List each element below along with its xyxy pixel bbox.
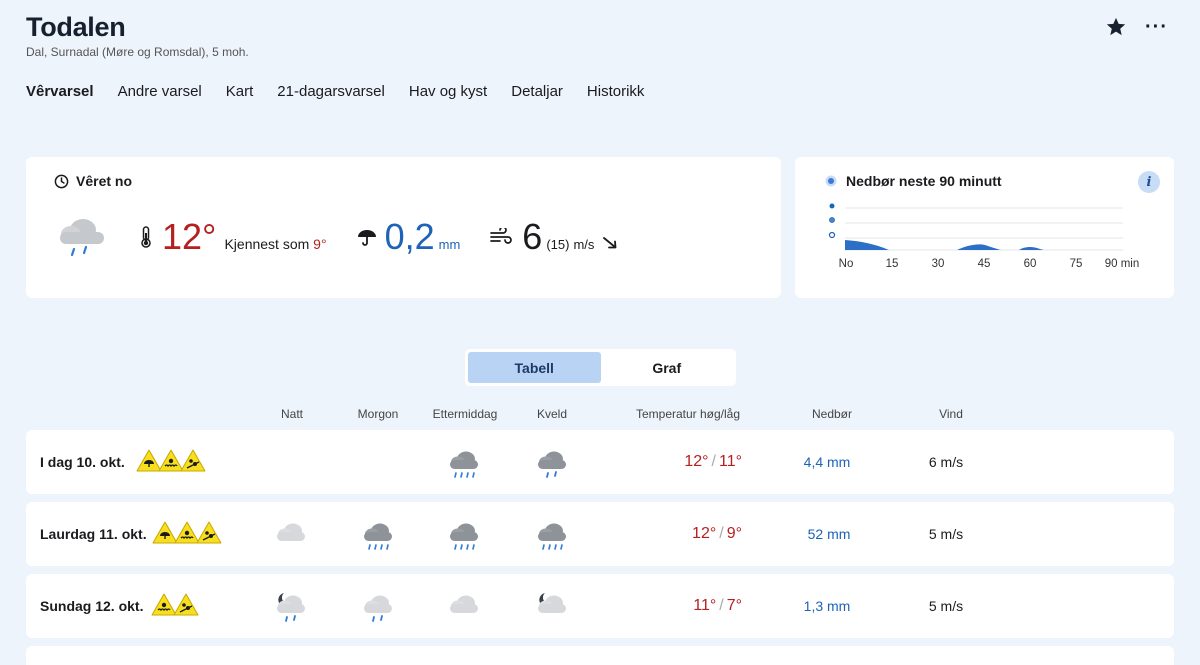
day-label: Sundag 12. okt. [40, 598, 144, 614]
heavy-rain-cloud-icon [450, 451, 478, 478]
current-weather-title: Vêret no [54, 173, 132, 189]
page-title: Todalen [26, 12, 126, 42]
forecast-row[interactable] [26, 646, 1174, 665]
tab-andre-varsel[interactable]: Andre varsel [118, 83, 202, 100]
tab-historikk[interactable]: Historikk [587, 83, 645, 100]
day-label: Laurdag 11. okt. [40, 526, 147, 542]
current-temperature: 12° [162, 216, 217, 257]
column-ettermiddag: Ettermiddag [432, 407, 498, 421]
info-icon[interactable]: i [1138, 171, 1160, 193]
tab-kart[interactable]: Kart [226, 83, 254, 100]
tab-detaljar[interactable]: Detaljar [511, 83, 563, 100]
wind-direction-arrow-icon [603, 237, 617, 249]
tab-vervarsel[interactable]: Vêrvarsel [26, 83, 94, 100]
feels-like: Kjennest som 9° [224, 236, 327, 252]
heavy-rain-cloud-icon [450, 523, 478, 550]
tick-label: 15 [885, 258, 899, 270]
tab-tabell[interactable]: Tabell [468, 352, 601, 383]
medium-intensity-dot [829, 217, 835, 223]
temperature-high-low: 11°/7° [693, 597, 742, 614]
thermometer-icon [141, 226, 151, 248]
wind-speed: 5 m/s [928, 526, 964, 542]
location-header: Todalen Dal, Surnadal (Møre og Romsdal),… [26, 12, 249, 59]
wind-icon [490, 228, 513, 244]
tick-label: No [838, 258, 854, 270]
location-subtitle: Dal, Surnadal (Møre og Romsdal), 5 moh. [26, 45, 249, 59]
current-gust: (15) [546, 236, 570, 252]
rain-cloud-icon [538, 451, 566, 478]
rain-cloud-icon [364, 595, 392, 622]
cloud-icon [450, 595, 478, 613]
moon-cloud-rain-icon [277, 593, 305, 622]
current-precip: 0,2 [384, 216, 435, 257]
column-wind: Vind [939, 407, 963, 421]
nowcast-card: Nedbør neste 90 minutt i No 15 30 45 60 … [795, 157, 1174, 298]
tab-21-dagarsvarsel[interactable]: 21-dagarsvarsel [277, 83, 385, 100]
main-nav: Vêrvarsel Andre varsel Kart 21-dagarsvar… [26, 83, 644, 100]
column-precip: Nedbør [811, 407, 853, 421]
column-natt: Natt [280, 407, 304, 421]
umbrella-icon [357, 230, 376, 246]
current-weather-card: Vêret no 12° Kjennest som 9° 0,2 mm 6 (1… [26, 157, 781, 298]
tick-label: 75 [1069, 258, 1083, 270]
current-wind-unit: m/s [573, 236, 595, 252]
nowcast-x-axis: No 15 30 45 60 75 90 min [837, 258, 1147, 274]
forecast-row[interactable]: Sundag 12. okt. 11°/7° 1,3 mm 5 m/s [26, 574, 1174, 638]
heavy-intensity-dot [829, 203, 835, 209]
column-morgon: Morgon [357, 407, 399, 421]
tab-graf[interactable]: Graf [601, 352, 734, 383]
landslide-warning-icon [173, 593, 199, 616]
forecast-row[interactable]: Laurdag 11. okt. 12°/9° 52 mm 5 m/s [26, 502, 1174, 566]
nowcast-chart [828, 203, 1123, 251]
warning-icons[interactable] [152, 521, 222, 545]
tick-label: 90 min [1104, 258, 1140, 270]
heavy-rain-cloud-icon [364, 523, 392, 550]
tick-label: 60 [1023, 258, 1037, 270]
precip-area [1019, 246, 1045, 250]
star-icon[interactable] [1105, 16, 1127, 38]
cloud-icon [277, 523, 305, 541]
temperature-high-low: 12°/9° [692, 525, 742, 542]
wind-speed: 6 m/s [928, 454, 964, 470]
moon-cloud-icon [538, 593, 566, 613]
view-toggle: Tabell Graf [465, 349, 736, 386]
heavy-rain-cloud-icon [538, 523, 566, 550]
nowcast-title: Nedbør neste 90 minutt [825, 173, 1002, 189]
warning-icons[interactable] [136, 449, 206, 473]
forecast-row[interactable]: I dag 10. okt. 12°/11° 4,4 mm 6 m/s [26, 430, 1174, 494]
clock-icon [54, 174, 69, 188]
precip-area [957, 244, 1001, 250]
warning-icons[interactable] [151, 593, 199, 617]
precip-area [845, 240, 889, 250]
precip-amount: 4,4 mm [803, 454, 851, 470]
precip-amount: 1,3 mm [803, 598, 851, 614]
more-options-icon[interactable]: ··· [1145, 17, 1168, 37]
temperature-high-low: 12°/11° [684, 453, 742, 470]
column-kveld: Kveld [536, 407, 568, 421]
current-wind: 6 [522, 216, 543, 257]
tick-label: 45 [977, 258, 991, 270]
column-temperature: Temperatur høg/låg [635, 407, 741, 421]
day-label: I dag 10. okt. [40, 454, 125, 470]
tick-label: 30 [931, 258, 945, 270]
current-precip-unit: mm [438, 236, 461, 252]
current-weather-row: 12° Kjennest som 9° 0,2 mm 6 (15) m/s [56, 213, 618, 261]
tab-hav-og-kyst[interactable]: Hav og kyst [409, 83, 487, 100]
precip-amount: 52 mm [807, 526, 851, 542]
radar-dot-icon [825, 175, 837, 187]
wind-speed: 5 m/s [928, 598, 964, 614]
landslide-warning-icon [196, 521, 222, 544]
light-intensity-dot [828, 231, 836, 239]
landslide-warning-icon [180, 449, 206, 472]
rain-cloud-icon [60, 219, 104, 257]
header-actions: ··· [1105, 16, 1168, 38]
